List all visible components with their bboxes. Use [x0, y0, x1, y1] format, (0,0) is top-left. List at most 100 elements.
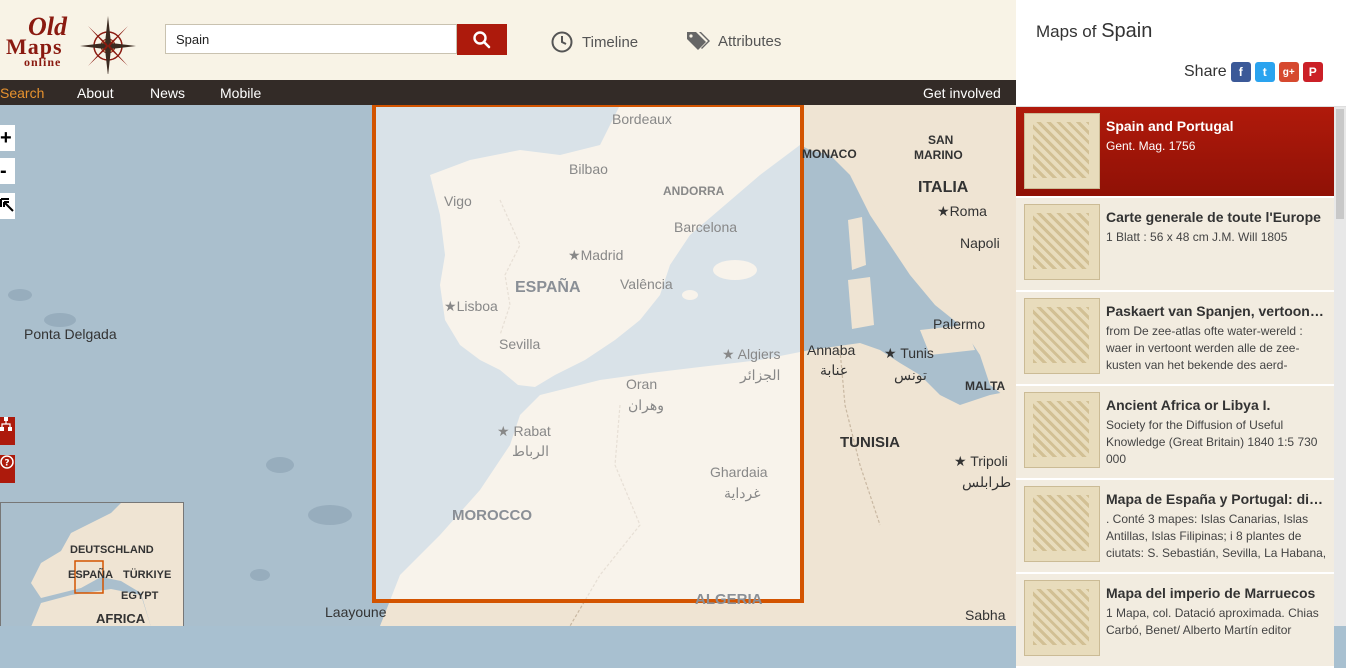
- attributes-link[interactable]: Attributes: [686, 30, 781, 52]
- label-barcelona: Barcelona: [674, 219, 738, 235]
- old-maps-online-logo[interactable]: Old Maps online: [4, 12, 136, 76]
- zoom-out-button[interactable]: -: [0, 158, 15, 184]
- help-circle-icon: ?: [0, 455, 14, 469]
- map-thumbnail: [1024, 580, 1100, 656]
- label-andorra: ANDORRA: [663, 184, 725, 198]
- sidebar-title-prefix: Maps of: [1036, 22, 1097, 41]
- label-napoli: Napoli: [960, 235, 1000, 251]
- header: Old Maps online Spain Timeline Attribute…: [0, 0, 1016, 80]
- attributes-label: Attributes: [718, 32, 782, 50]
- label-tunisia: TUNISIA: [840, 434, 900, 451]
- sidebar-header: Maps of Spain Share f t g+ P: [1016, 0, 1346, 107]
- share-label: Share: [1184, 63, 1227, 80]
- overview-minimap[interactable]: DEUTSCHLAND ESPAÑA TÜRKIYE EGYPT AFRICA: [0, 502, 184, 626]
- help-button[interactable]: ?: [0, 455, 15, 483]
- nav-get-involved[interactable]: Get involved: [923, 85, 1001, 101]
- label-san-marino-1: SAN: [928, 133, 954, 147]
- cursor-select-icon: [0, 198, 14, 212]
- tags-icon: [687, 32, 710, 50]
- result-item[interactable]: Spain and Portugal Gent. Mag. 1756: [1016, 107, 1334, 198]
- label-san-marino-2: MARINO: [914, 148, 963, 162]
- result-item[interactable]: Mapa de España y Portugal: divisió . Con…: [1016, 480, 1334, 574]
- label-vigo: Vigo: [444, 193, 472, 209]
- result-item[interactable]: Mapa del imperio de Marruecos 1 Mapa, co…: [1016, 574, 1334, 668]
- map-thumbnail: [1024, 113, 1100, 189]
- facebook-icon[interactable]: f: [1230, 62, 1251, 82]
- label-ponta-delgada: Ponta Delgada: [24, 326, 117, 342]
- scrollbar-thumb[interactable]: [1336, 109, 1344, 219]
- minimap-canvas: [1, 503, 183, 626]
- nav-news[interactable]: News: [150, 85, 185, 101]
- label-espana: ESPAÑA: [515, 279, 581, 296]
- nav-about[interactable]: About: [77, 85, 114, 101]
- result-title: Spain and Portugal: [1106, 118, 1234, 134]
- twitter-icon[interactable]: t: [1254, 62, 1275, 82]
- result-item[interactable]: Paskaert van Spanjen, vertoonende from D…: [1016, 292, 1334, 386]
- label-algiers-ar: الجزائر: [740, 367, 781, 383]
- hierarchy-button[interactable]: [0, 417, 15, 445]
- search-input[interactable]: Spain: [165, 24, 457, 54]
- label-bilbao: Bilbao: [569, 161, 608, 177]
- map-thumbnail: [1024, 392, 1100, 468]
- map-thumbnail: [1024, 298, 1100, 374]
- label-bordeaux: Bordeaux: [612, 111, 672, 127]
- label-tripoli: ★ Tripoli: [954, 453, 1008, 469]
- minimap-label-egypt: EGYPT: [121, 590, 159, 602]
- result-item[interactable]: Ancient Africa or Libya I. Society for t…: [1016, 386, 1334, 480]
- label-ghardaia-ar: غرداية: [724, 485, 761, 501]
- results-scrollbar[interactable]: [1334, 107, 1346, 626]
- result-subtitle: 1 Mapa, col. Datació aproximada. Chias C…: [1106, 606, 1319, 637]
- select-area-button[interactable]: [0, 193, 15, 219]
- compass-rose-icon: [80, 16, 136, 74]
- results-sidebar: Maps of Spain Share f t g+ P Spain and P…: [1016, 0, 1346, 668]
- result-subtitle: 1 Blatt : 56 x 48 cm J.M. Will 1805: [1106, 230, 1288, 244]
- sitemap-icon: [0, 417, 12, 431]
- map-thumbnail: [1024, 204, 1100, 280]
- label-oran-ar: وهران: [628, 397, 665, 413]
- zoom-in-button[interactable]: +: [0, 125, 15, 151]
- svg-text:?: ?: [4, 459, 9, 469]
- result-subtitle: Gent. Mag. 1756: [1106, 139, 1196, 153]
- label-tunis: ★ Tunis: [884, 345, 934, 361]
- label-morocco: MOROCCO: [452, 507, 532, 524]
- label-roma: ★Roma: [937, 203, 987, 219]
- nav-search[interactable]: Search: [0, 85, 44, 101]
- label-rabat-ar: الرباط: [512, 443, 549, 459]
- minimap-label-deutschland: DEUTSCHLAND: [70, 544, 154, 556]
- label-sabha: Sabha: [965, 607, 1006, 623]
- label-italia: ITALIA: [918, 179, 969, 196]
- label-algeria: ALGERIA: [695, 591, 763, 608]
- nav-mobile[interactable]: Mobile: [220, 85, 261, 101]
- label-tunis-ar: تونس: [894, 367, 927, 383]
- google-plus-icon[interactable]: g+: [1278, 62, 1299, 82]
- label-malta: MALTA: [965, 379, 1006, 393]
- label-sevilla: Sevilla: [499, 336, 541, 352]
- search-button[interactable]: [457, 24, 507, 55]
- minimap-label-turkiye: TÜRKIYE: [123, 569, 172, 581]
- label-annaba: Annaba: [807, 342, 856, 358]
- main-nav: Search About News Mobile Get involved: [0, 80, 1016, 105]
- logo-word-online: online: [24, 55, 62, 69]
- result-title: Mapa del imperio de Marruecos: [1106, 585, 1316, 601]
- label-oran: Oran: [626, 376, 658, 392]
- result-subtitle: from De zee-atlas ofte water-wereld : wa…: [1106, 324, 1323, 377]
- timeline-link[interactable]: Timeline: [550, 30, 638, 54]
- label-palermo: Palermo: [933, 316, 986, 332]
- result-subtitle: Society for the Diffusion of Useful Know…: [1106, 418, 1318, 466]
- minimap-label-africa: AFRICA: [96, 611, 146, 626]
- results-list: Spain and Portugal Gent. Mag. 1756 Carte…: [1016, 107, 1334, 668]
- result-title: Ancient Africa or Libya I.: [1106, 397, 1271, 413]
- timeline-label: Timeline: [582, 33, 639, 51]
- label-tripoli-ar: طرابلس: [962, 474, 1012, 490]
- map-thumbnail: [1024, 486, 1100, 562]
- label-lisboa: ★Lisboa: [444, 298, 498, 314]
- sidebar-title-place: Spain: [1101, 20, 1153, 42]
- result-item[interactable]: Carte generale de toute l'Europe 1 Blatt…: [1016, 198, 1334, 292]
- result-title: Paskaert van Spanjen, vertoonende: [1106, 303, 1328, 319]
- map-view[interactable]: Bordeaux Bilbao ANDORRA Vigo ★Madrid Bar…: [0, 105, 1016, 626]
- label-ghardaia: Ghardaia: [710, 464, 768, 480]
- pinterest-icon[interactable]: P: [1302, 62, 1323, 82]
- label-monaco: MONACO: [802, 147, 857, 161]
- label-laayoune: Laayoune: [325, 604, 387, 620]
- label-valencia: Valência: [620, 276, 673, 292]
